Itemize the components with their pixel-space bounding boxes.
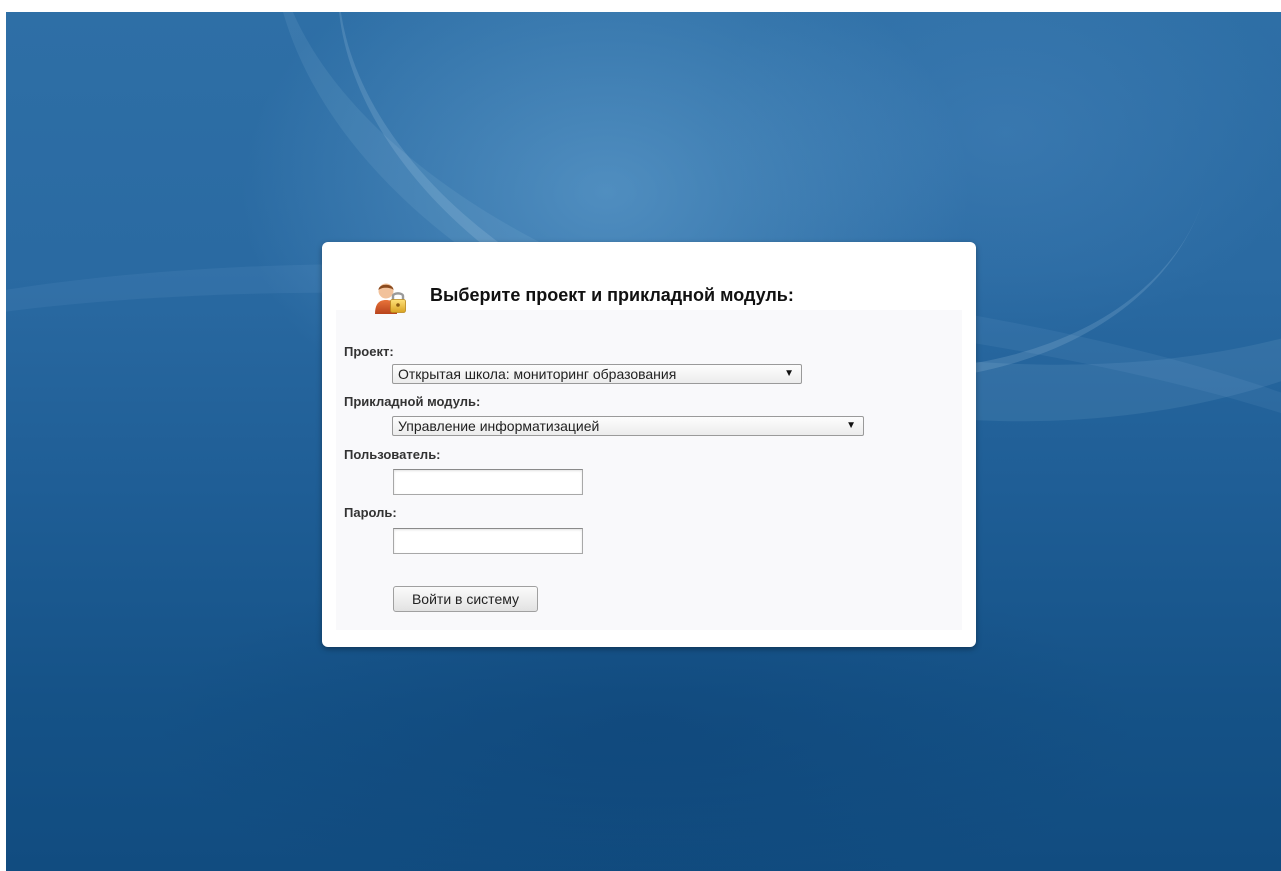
module-label: Прикладной модуль:: [344, 394, 481, 409]
user-label: Пользователь:: [344, 447, 441, 462]
project-select-value: Открытая школа: мониторинг образования: [398, 366, 677, 382]
dropdown-arrow-icon: ▼: [784, 368, 794, 379]
module-select[interactable]: Управление информатизацией ▼: [392, 416, 864, 436]
user-lock-icon: [375, 283, 406, 314]
module-select-value: Управление информатизацией: [398, 418, 600, 434]
login-button[interactable]: Войти в систему: [393, 586, 538, 612]
login-dialog: Выберите проект и прикладной модуль: Про…: [322, 242, 976, 647]
dialog-title: Выберите проект и прикладной модуль:: [430, 285, 794, 305]
dropdown-arrow-icon: ▼: [846, 420, 856, 431]
password-label: Пароль:: [344, 505, 397, 520]
login-panel: Выберите проект и прикладной модуль: Про…: [336, 260, 962, 630]
password-input[interactable]: [393, 528, 583, 554]
project-select[interactable]: Открытая школа: мониторинг образования ▼: [392, 364, 802, 384]
project-label: Проект:: [344, 344, 394, 359]
user-input[interactable]: [393, 469, 583, 495]
